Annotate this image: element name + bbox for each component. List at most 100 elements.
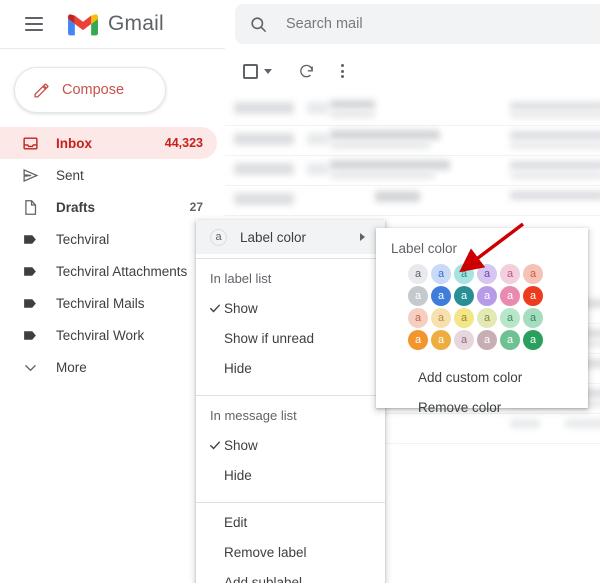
table-row[interactable] xyxy=(225,186,600,216)
search-bar[interactable] xyxy=(235,4,600,44)
color-swatch-r2-c5[interactable]: a xyxy=(500,286,520,306)
table-row[interactable] xyxy=(225,126,600,156)
color-swatch-r2-c6[interactable]: a xyxy=(523,286,543,306)
sidebar-item-label: Inbox xyxy=(56,135,92,151)
sidebar-item-more[interactable]: More xyxy=(0,351,217,383)
compose-button[interactable]: Compose xyxy=(14,67,166,113)
sidebar-item-techviral-attachments[interactable]: Techviral Attachments xyxy=(0,255,217,287)
menu-item-label: Show if unread xyxy=(224,330,315,346)
compose-label: Compose xyxy=(62,82,125,98)
check-icon xyxy=(196,438,224,452)
color-swatch-r4-c5[interactable]: a xyxy=(500,330,520,350)
sidebar-item-label: Techviral xyxy=(56,231,110,247)
mail-toolbar xyxy=(225,48,600,94)
sidebar-item-label: Sent xyxy=(56,167,84,183)
label-icon xyxy=(22,263,44,280)
sidebar-item-label: Techviral Work xyxy=(56,327,145,343)
top-bar: Gmail xyxy=(0,0,600,48)
inbox-icon xyxy=(22,135,44,152)
color-swatch-r2-c1[interactable]: a xyxy=(408,286,428,306)
menu-item-label-list-show-if-unread[interactable]: Show if unread xyxy=(196,323,385,353)
color-swatch-r1-c5[interactable]: a xyxy=(500,264,520,284)
label-color-chip-icon: a xyxy=(210,228,227,246)
gmail-window: Gmail Compose xyxy=(0,0,600,583)
color-swatch-r1-c6[interactable]: a xyxy=(523,264,543,284)
pencil-icon xyxy=(33,82,50,99)
color-swatch-r3-c5[interactable]: a xyxy=(500,308,520,328)
color-swatch-r2-c2[interactable]: a xyxy=(431,286,451,306)
chevron-down-icon xyxy=(22,359,44,376)
table-row[interactable] xyxy=(225,156,600,186)
sidebar-item-count: 27 xyxy=(189,200,203,214)
add-custom-color-button[interactable]: Add custom color xyxy=(376,364,588,390)
menu-item-remove-label[interactable]: Remove label xyxy=(196,537,385,567)
menu-item-label-color[interactable]: a Label color xyxy=(196,220,385,254)
menu-item-label: Show xyxy=(224,300,258,316)
color-swatch-r4-c2[interactable]: a xyxy=(431,330,451,350)
menu-item-message-list-hide[interactable]: Hide xyxy=(196,460,385,490)
sidebar-item-sent[interactable]: Sent xyxy=(0,159,217,191)
color-swatch-r4-c3[interactable]: a xyxy=(454,330,474,350)
label-icon xyxy=(22,231,44,248)
main-menu-icon[interactable] xyxy=(14,4,54,44)
color-menu-title: Label color xyxy=(391,241,458,256)
remove-color-button[interactable]: Remove color xyxy=(376,394,588,420)
sidebar-item-label: Techviral Mails xyxy=(56,295,145,311)
menu-item-label-list-show[interactable]: Show xyxy=(196,293,385,323)
menu-item-message-list-show[interactable]: Show xyxy=(196,430,385,460)
color-swatch-r1-c1[interactable]: a xyxy=(408,264,428,284)
search-input[interactable] xyxy=(284,15,584,33)
more-vertical-icon[interactable] xyxy=(341,64,344,78)
label-icon xyxy=(22,327,44,344)
color-swatch-r4-c4[interactable]: a xyxy=(477,330,497,350)
color-swatch-grid: aaaaaaaaaaaaaaaaaaaaaaaa xyxy=(408,264,588,352)
menu-item-label: Label color xyxy=(240,229,307,245)
menu-item-label: Edit xyxy=(224,514,248,530)
color-swatch-r1-c3[interactable]: a xyxy=(454,264,474,284)
sidebar-item-label: More xyxy=(56,359,87,375)
gmail-wordmark: Gmail xyxy=(108,12,164,35)
color-swatch-r4-c1[interactable]: a xyxy=(408,330,428,350)
menu-item-label: Show xyxy=(224,437,258,453)
menu-divider xyxy=(196,502,385,503)
sidebar-item-techviral-mails[interactable]: Techviral Mails xyxy=(0,287,217,319)
sidebar-item-techviral-work[interactable]: Techviral Work xyxy=(0,319,217,351)
menu-divider xyxy=(196,395,385,396)
menu-item-label-list-hide[interactable]: Hide xyxy=(196,353,385,383)
checkbox-icon xyxy=(243,63,258,79)
menu-section-in-label-list: In label list xyxy=(210,270,272,286)
color-swatch-r1-c2[interactable]: a xyxy=(431,264,451,284)
select-all-checkbox[interactable] xyxy=(243,63,272,79)
color-swatch-r1-c4[interactable]: a xyxy=(477,264,497,284)
color-swatch-r2-c3[interactable]: a xyxy=(454,286,474,306)
gmail-logo[interactable]: Gmail xyxy=(68,12,164,36)
send-icon xyxy=(22,167,44,184)
check-icon xyxy=(196,301,224,315)
menu-item-label: Add sublabel xyxy=(224,574,303,583)
sidebar: Compose Inbox 44,323 Sent Drafts 27 Tech… xyxy=(0,48,225,583)
gmail-m-icon xyxy=(68,13,98,35)
color-swatch-r3-c2[interactable]: a xyxy=(431,308,451,328)
table-row[interactable] xyxy=(225,96,600,126)
chevron-down-icon xyxy=(264,68,272,74)
menu-divider xyxy=(196,258,385,259)
refresh-icon[interactable] xyxy=(298,63,315,80)
color-swatch-r3-c4[interactable]: a xyxy=(477,308,497,328)
color-swatch-r3-c6[interactable]: a xyxy=(523,308,543,328)
menu-item-edit[interactable]: Edit xyxy=(196,507,385,537)
menu-item-add-sublabel[interactable]: Add sublabel xyxy=(196,567,385,583)
color-swatch-r4-c6[interactable]: a xyxy=(523,330,543,350)
label-icon xyxy=(22,295,44,312)
color-swatch-r3-c3[interactable]: a xyxy=(454,308,474,328)
label-color-submenu: Label color aaaaaaaaaaaaaaaaaaaaaaaa Add… xyxy=(376,228,588,415)
color-swatch-r2-c4[interactable]: a xyxy=(477,286,497,306)
nav-list: Inbox 44,323 Sent Drafts 27 Techviral Te… xyxy=(0,127,225,383)
search-icon xyxy=(249,15,268,34)
sidebar-item-drafts[interactable]: Drafts 27 xyxy=(0,191,217,223)
sidebar-item-label: Techviral Attachments xyxy=(56,263,188,279)
sidebar-item-techviral[interactable]: Techviral xyxy=(0,223,217,255)
color-swatch-r3-c1[interactable]: a xyxy=(408,308,428,328)
label-context-menu: a Label color In label list Show Show if… xyxy=(196,220,385,583)
sidebar-item-inbox[interactable]: Inbox 44,323 xyxy=(0,127,217,159)
menu-item-label: Remove label xyxy=(224,544,307,560)
